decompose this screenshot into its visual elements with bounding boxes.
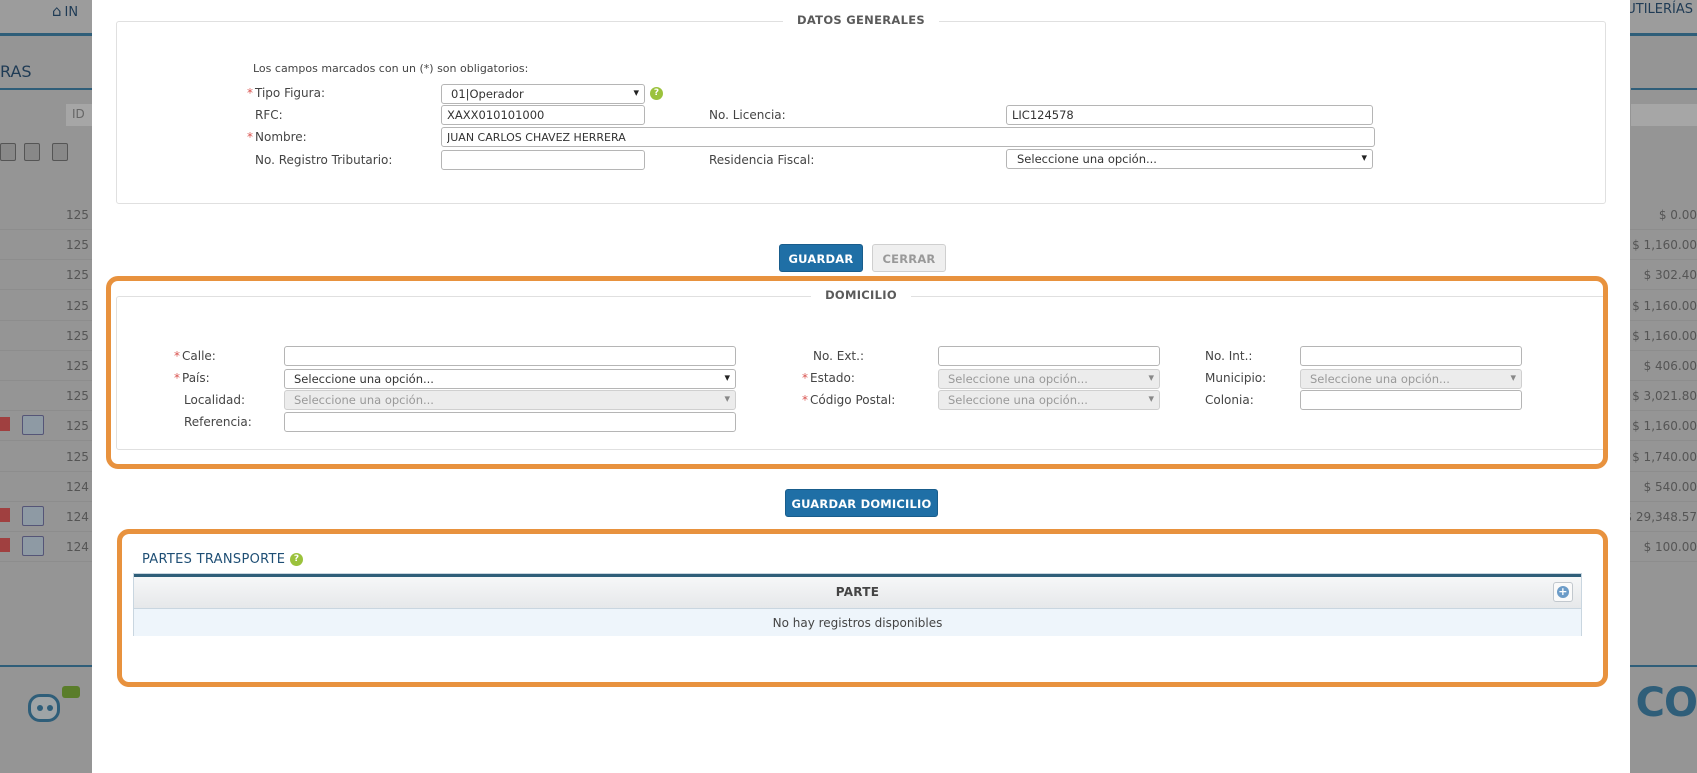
bg-row-amount: $ 0.00 [1658,208,1697,222]
partes-transporte-grid: PARTE + No hay registros disponibles [133,573,1582,636]
bg-row-amount: $ 1,160.00 [1632,298,1697,313]
bg-row-amount: $ 1,160.00 [1632,419,1697,434]
bg-row-amount: $ 29,348.57 [1624,510,1697,524]
bg-row-amount: $ 1,740.00 [1632,449,1697,464]
bg-row-amount: $ 302.40 [1643,268,1697,283]
bg-row-id: 125 [66,389,89,404]
bg-row-amount: $ 100.00 [1643,540,1697,555]
robot-badge [62,686,80,698]
bg-toolbar [0,143,100,165]
bg-right-underline [1631,88,1697,90]
home-icon: ⌂ [52,2,62,20]
residencia-fiscal-label: Residencia Fiscal: [709,153,815,167]
nombre-label: * Nombre: [247,130,307,144]
bg-page-title: RAS [0,62,32,81]
calculator-icon[interactable] [24,143,40,161]
pdf-icon[interactable] [0,508,10,522]
folder-icon[interactable] [22,415,44,436]
folder-icon[interactable] [22,506,44,526]
chevron-down-icon: ▾ [1361,151,1367,164]
required-note: Los campos marcados con un (*) son oblig… [253,62,529,75]
rfc-input[interactable] [441,105,645,125]
registro-tributario-label: No. Registro Tributario: [255,153,393,167]
nav-home[interactable]: ⌂ IN [52,2,78,20]
pdf-icon[interactable] [0,538,10,553]
grid-header-parte[interactable]: PARTE + [134,574,1581,608]
bg-row-id: 125 [66,208,89,222]
folder-icon[interactable] [22,536,44,557]
bg-row-amount: $ 540.00 [1643,479,1697,494]
bg-tool-icon[interactable] [0,143,16,161]
partes-transporte-title: PARTES TRANSPORTE [142,552,286,567]
licencia-input[interactable] [1006,105,1373,125]
datos-generales-legend: DATOS GENERALES [783,13,939,27]
registro-tributario-input[interactable] [441,150,645,170]
guardar-button[interactable]: GUARDAR [779,244,863,272]
bg-row-id: 125 [66,328,89,343]
bg-row-amount: $ 3,021.80 [1632,389,1697,404]
bg-row-id: 125 [66,268,89,283]
help-icon[interactable]: ? [650,87,663,100]
help-icon[interactable]: ? [290,553,303,566]
bg-row-amount: $ 406.00 [1643,359,1697,373]
bg-row-id: 125 [66,359,89,373]
bg-column-header-right [1631,104,1697,126]
cerrar-button[interactable]: CERRAR [872,244,946,272]
bg-row-id: 124 [66,540,89,555]
bg-row-id: 124 [66,510,89,524]
document-icon[interactable] [52,143,68,161]
guardar-domicilio-button[interactable]: GUARDAR DOMICILIO [785,489,938,517]
bg-row-amount: $ 1,160.00 [1632,238,1697,253]
nav-utilerias[interactable]: UTILERÍAS [1626,2,1693,17]
rfc-label: RFC: [255,108,283,122]
bg-row-amount: $ 1,160.00 [1632,328,1697,343]
add-icon[interactable]: + [1553,582,1573,602]
brand-logo: CO [1635,680,1697,726]
bg-row-id: 124 [66,479,89,494]
chevron-down-icon: ▾ [633,86,639,99]
tipo-figura-label: * Tipo Figura: [247,86,325,100]
residencia-fiscal-select[interactable]: Seleccione una opción... ▾ [1006,149,1373,169]
datos-generales-fieldset: DATOS GENERALES [116,13,1606,204]
bg-row-id: 125 [66,419,89,434]
grid-empty-row: No hay registros disponibles [134,608,1581,636]
nombre-input[interactable] [441,127,1375,147]
pdf-icon[interactable] [0,417,10,432]
robot-icon[interactable] [24,686,80,722]
bg-row-id: 125 [66,449,89,464]
tipo-figura-select[interactable]: 01|Operador ▾ [441,84,645,104]
domicilio-highlight-box [106,276,1608,469]
modal-dialog: DATOS GENERALES Los campos marcados con … [92,0,1630,773]
bg-row-id: 125 [66,298,89,313]
licencia-label: No. Licencia: [709,108,786,122]
bg-title-underline [0,88,100,90]
bg-row-id: 125 [66,238,89,253]
